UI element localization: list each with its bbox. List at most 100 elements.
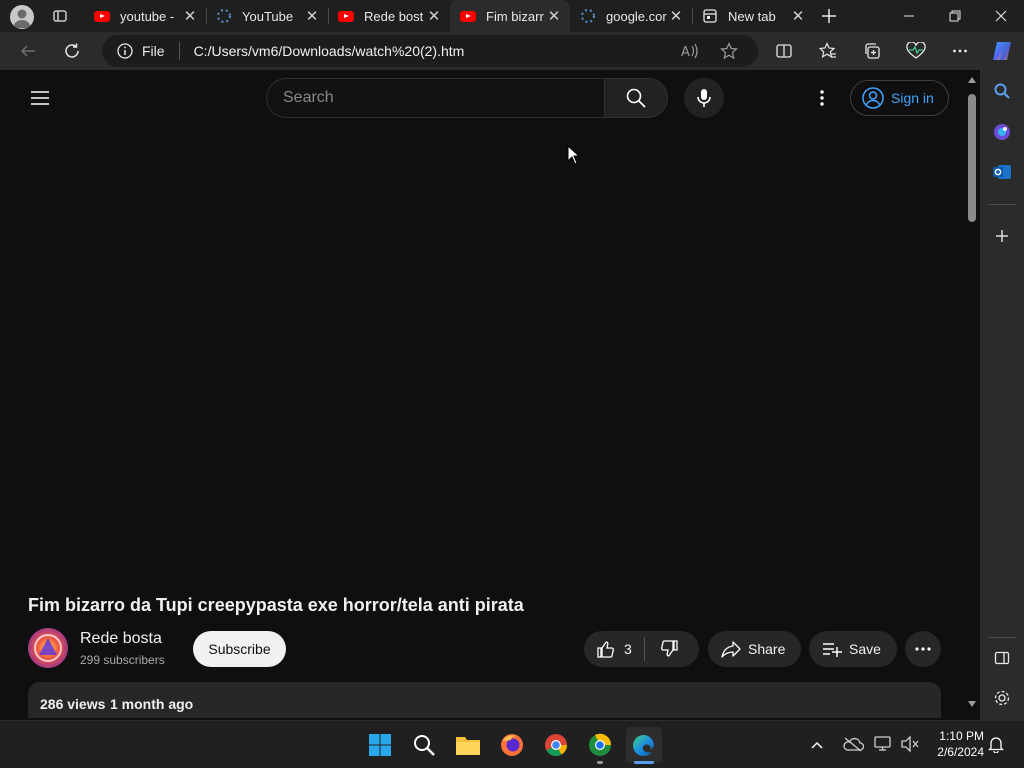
browser-essentials-button[interactable] [900, 35, 932, 67]
sidebar-add-button[interactable] [988, 222, 1016, 250]
copilot-button[interactable] [986, 35, 1018, 67]
refresh-button[interactable] [56, 35, 88, 67]
playlist-add-icon [823, 643, 842, 657]
share-label: Share [748, 641, 786, 657]
youtube-icon [460, 8, 476, 24]
restore-button[interactable] [932, 0, 978, 32]
menu-icon [31, 91, 49, 105]
channel-avatar[interactable] [28, 628, 68, 668]
tab-label: Fim bizarr [486, 8, 544, 24]
ellipsis-icon [953, 49, 967, 53]
volume-muted-icon[interactable] [900, 735, 920, 753]
loading-icon [580, 8, 596, 24]
edge-button[interactable] [626, 727, 662, 764]
firefox-button[interactable] [494, 727, 530, 763]
save-button[interactable]: Save [809, 631, 897, 667]
subscriber-count: 299 subscribers [80, 653, 165, 667]
start-button[interactable] [362, 727, 398, 763]
favorite-star-icon[interactable] [720, 42, 738, 60]
tab-google[interactable]: google.cor ✕ [570, 0, 692, 32]
close-icon [995, 10, 1007, 22]
close-window-button[interactable] [978, 0, 1024, 32]
microphone-icon [697, 89, 711, 107]
edge-icon [633, 735, 654, 756]
like-button[interactable]: 3 [584, 631, 644, 667]
mouse-cursor-icon [567, 145, 581, 165]
info-icon[interactable] [116, 42, 134, 60]
close-icon[interactable]: ✕ [426, 8, 442, 25]
close-icon[interactable]: ✕ [546, 8, 562, 25]
onedrive-icon[interactable] [842, 735, 865, 753]
minimize-icon [904, 15, 914, 17]
windows-logo-icon [369, 734, 391, 756]
sidebar-settings-button[interactable] [988, 684, 1016, 712]
search-input[interactable]: Search [266, 78, 606, 118]
video-player[interactable] [4, 126, 964, 586]
sidebar-divider [988, 204, 1016, 205]
close-icon[interactable]: ✕ [182, 8, 198, 25]
read-aloud-icon[interactable]: A [680, 42, 700, 60]
tab-new-tab[interactable]: New tab ✕ [692, 0, 814, 32]
sidebar-copilot-button[interactable] [988, 118, 1016, 146]
clock-time: 1:10 PM [939, 729, 984, 743]
tab-youtube[interactable]: YouTube ✕ [206, 0, 328, 32]
tab-fim-bizarro[interactable]: Fim bizarr ✕ [450, 0, 570, 32]
settings-menu-button[interactable] [812, 86, 832, 110]
plus-icon [996, 230, 1008, 242]
address-bar[interactable]: File C:/Users/vm6/Downloads/watch%20(2).… [102, 35, 758, 67]
hamburger-menu-button[interactable] [28, 86, 52, 110]
sidebar-divider [988, 637, 1016, 638]
file-explorer-button[interactable] [450, 727, 486, 763]
more-menu-button[interactable] [944, 35, 976, 67]
channel-logo-icon [28, 628, 68, 668]
outlook-icon [993, 165, 1011, 179]
sign-in-button[interactable]: Sign in [850, 80, 949, 116]
dislike-button[interactable] [645, 631, 679, 667]
gear-icon [994, 690, 1010, 706]
collections-button[interactable] [856, 35, 888, 67]
chrome-button[interactable] [538, 727, 574, 763]
edge-sidebar [980, 70, 1024, 720]
hide-sidebar-button[interactable] [988, 644, 1016, 672]
toolbar: File C:/Users/vm6/Downloads/watch%20(2).… [0, 32, 1024, 70]
network-icon[interactable] [874, 735, 894, 753]
youtube-icon [338, 8, 354, 24]
tab-label: New tab [728, 8, 776, 24]
share-icon [721, 641, 741, 658]
share-button[interactable]: Share [708, 631, 801, 667]
tab-youtube-search[interactable]: youtube - ✕ [84, 0, 206, 32]
sidebar-search-button[interactable] [988, 77, 1016, 105]
split-screen-button[interactable] [768, 35, 800, 67]
sidebar-outlook-button[interactable] [988, 158, 1016, 186]
clock[interactable]: 1:10 PM 2/6/2024 [928, 728, 984, 760]
more-actions-button[interactable] [905, 631, 941, 667]
close-icon[interactable]: ✕ [790, 8, 806, 25]
search-button[interactable] [604, 78, 668, 118]
scroll-down-icon[interactable] [967, 700, 977, 708]
close-icon[interactable]: ✕ [668, 8, 684, 25]
close-icon[interactable]: ✕ [304, 8, 320, 25]
chrome-canary-button[interactable] [582, 727, 618, 764]
scroll-up-icon[interactable] [967, 76, 977, 84]
favorites-button[interactable] [812, 35, 844, 67]
scrollbar-thumb[interactable] [968, 94, 976, 222]
video-title: Fim bizarro da Tupi creepypasta exe horr… [28, 595, 524, 615]
copilot-icon [993, 42, 1011, 60]
description-box[interactable]: 286 views 1 month ago [28, 682, 941, 718]
profile-avatar[interactable] [10, 5, 34, 29]
voice-search-button[interactable] [684, 78, 724, 118]
refresh-icon [65, 43, 79, 58]
subscribe-button[interactable]: Subscribe [193, 631, 286, 667]
taskbar-search-button[interactable] [406, 727, 442, 763]
minimize-button[interactable] [886, 0, 932, 32]
notifications-button[interactable] [987, 735, 1006, 755]
show-hidden-icons-button[interactable] [810, 737, 828, 753]
url-text[interactable]: C:/Users/vm6/Downloads/watch%20(2).htm [194, 43, 465, 59]
split-screen-icon [776, 44, 792, 58]
channel-name[interactable]: Rede bosta [80, 630, 162, 648]
tab-actions-button[interactable] [50, 6, 70, 26]
tab-rede-bosta[interactable]: Rede bost ✕ [328, 0, 450, 32]
new-tab-button[interactable] [818, 6, 840, 26]
back-button[interactable] [12, 35, 44, 67]
page-scrollbar[interactable] [964, 70, 980, 716]
